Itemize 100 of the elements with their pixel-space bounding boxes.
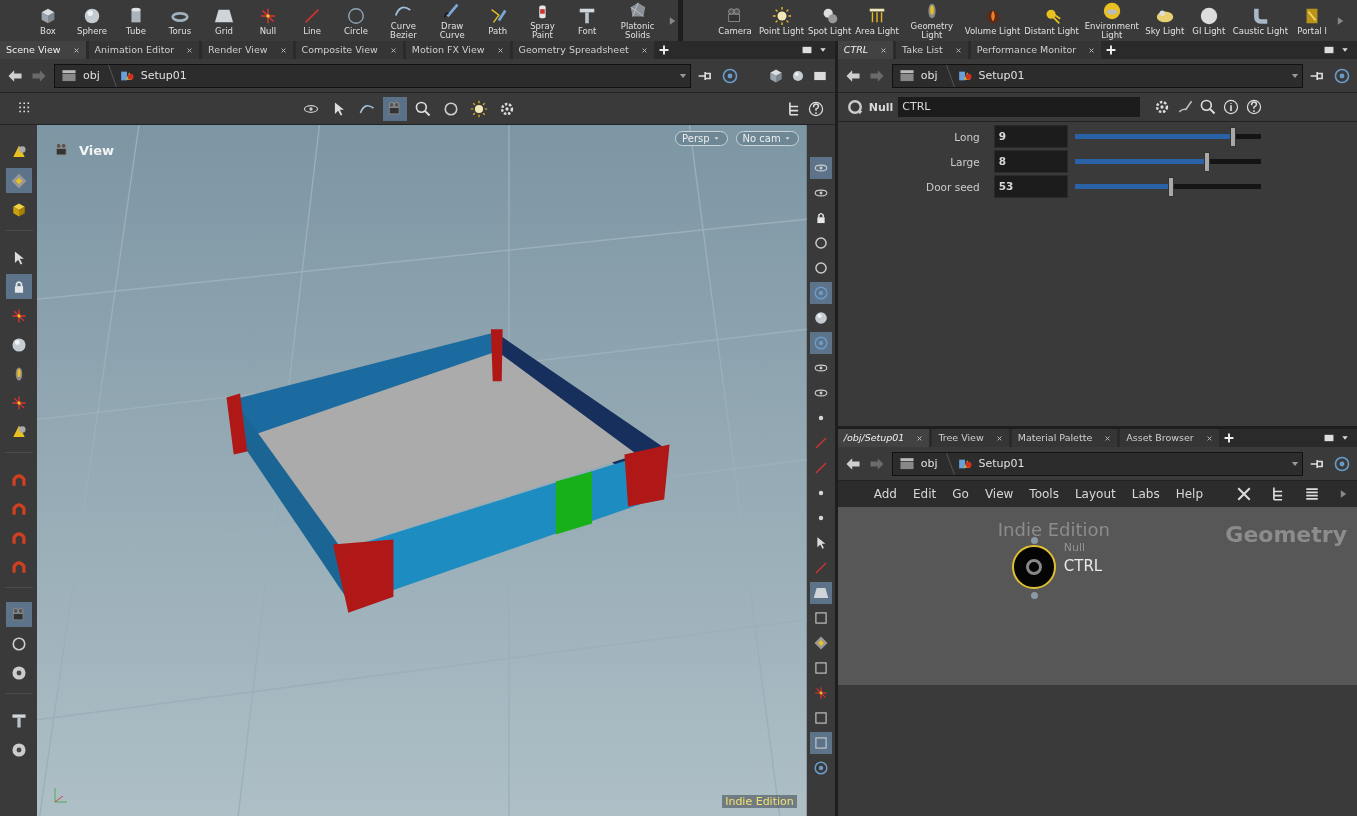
shelf-tool[interactable]: Spray Paint [519,1,566,40]
shelf-tool[interactable]: Distant Light [1022,5,1081,36]
target-icon [812,760,829,776]
pane-tab[interactable]: Take List [896,41,968,59]
viewport-title: View [79,142,115,158]
menu-item[interactable]: Layout [1074,487,1116,501]
pane-tab[interactable]: /obj/Setup01 [837,429,930,447]
slider-handle[interactable] [1168,176,1175,197]
path-segment[interactable]: Setup01 [978,457,1025,470]
path-field[interactable]: obj Setup01 [54,63,691,88]
sphere-icon [790,68,805,83]
close-icon [995,434,1003,442]
shelf-tool[interactable]: Torus [158,5,202,36]
diamond-icon [812,635,829,651]
list-icon [1303,485,1321,503]
target-icon [1333,454,1351,473]
shelf-tool[interactable]: Point Light [757,5,807,36]
pane-tab[interactable]: Performance Monitor [970,41,1102,59]
target-icon [1333,66,1351,85]
shelf-tool[interactable]: Circle [334,5,378,36]
node-name-field[interactable]: CTRL [898,97,1141,117]
shelf-tool[interactable]: Null [246,5,290,36]
shelf-tool[interactable]: Caustic Light [1230,5,1291,36]
shelf-tool[interactable]: Area Light [853,5,901,36]
path-field[interactable]: obj Setup01 [891,451,1303,476]
close-icon [640,46,648,54]
parameter-slider[interactable] [1074,151,1261,172]
pane-tab[interactable]: Asset Browser [1120,429,1219,447]
tool-button[interactable] [809,282,832,304]
close-icon [1205,434,1213,442]
menu-item[interactable]: Tools [1029,487,1059,501]
tool-button[interactable] [809,732,832,754]
menu-item[interactable]: Help [1175,487,1203,501]
input-port[interactable] [1030,537,1038,544]
tool-button[interactable] [809,582,832,604]
pane-tab[interactable]: Tree View [932,429,1009,447]
parameter-field[interactable]: 53 [993,175,1068,198]
slider-handle[interactable] [1203,151,1210,172]
shelf-tool[interactable]: GI Light [1186,5,1231,36]
pane-tab[interactable]: Composite View [295,41,403,59]
menu-item[interactable]: Add [873,487,897,501]
menu-item[interactable]: Labs [1131,487,1160,501]
shelf-tool[interactable]: Curve Bezier [378,1,429,40]
shelf-tool[interactable]: Geometry Light [900,1,963,40]
path-segment[interactable]: obj [920,69,938,82]
pane-tab[interactable]: Material Palette [1011,429,1118,447]
shelf-tool[interactable]: Path [475,5,520,36]
parameter-label: Long [953,130,981,143]
shelf-tool[interactable]: Platonic Solids [609,1,666,40]
parameter-slider[interactable] [1074,176,1261,197]
path-segment[interactable]: obj [83,69,100,82]
pane-tab[interactable]: Scene View [0,41,86,59]
tool-button[interactable] [5,274,32,299]
shelf-tool[interactable]: Camera [713,5,757,36]
shelf-tool[interactable]: Tube [114,5,158,36]
menu-item[interactable]: Go [952,487,969,501]
shelf-tool[interactable]: Portal l [1290,5,1335,36]
pane-tab[interactable]: Animation Editor [88,41,200,59]
edition-watermark: Indie Edition [722,795,797,808]
light-bulb-icon [771,5,792,26]
close-icon [1104,434,1112,442]
tool-button[interactable] [5,168,32,193]
shelf-tool[interactable]: Sky Light [1142,5,1187,36]
close-icon [389,46,397,54]
plane-icon [812,585,829,601]
square-icon [812,710,829,726]
path-segment[interactable]: Setup01 [140,69,187,82]
shelf-tool[interactable]: Environment Light [1080,1,1143,40]
pane-tab[interactable]: Geometry Spreadsheet [512,41,654,59]
parameter-field[interactable]: 8 [993,150,1068,173]
pane-tab[interactable]: Render View [202,41,293,59]
shelf-tool[interactable]: Font [565,5,610,36]
shelf-tool[interactable]: Sphere [70,5,114,36]
parameter-slider[interactable] [1074,126,1261,147]
shelf-tool[interactable]: Line [290,5,334,36]
path-segment[interactable]: Setup01 [978,69,1025,82]
node-icon [845,98,864,116]
tool-button[interactable] [809,157,832,179]
shelf-tool[interactable]: Spot Light [806,5,854,36]
clapper-icon [61,67,77,84]
shelf-tool[interactable]: Volume Light [962,5,1023,36]
close-icon [954,46,962,54]
path-field[interactable]: obj Setup01 [891,63,1303,88]
tool-button[interactable] [809,332,832,354]
line-icon [812,460,829,476]
menu-item[interactable]: View [984,487,1014,501]
output-port[interactable] [1030,592,1038,599]
null-node[interactable] [1011,545,1056,589]
pane-tab[interactable]: Motion FX View [405,41,510,59]
shelf-tool[interactable]: Box [26,5,70,36]
parameter-field[interactable]: 9 [993,125,1068,148]
menu-item[interactable]: Edit [913,487,937,501]
axes-icon [9,393,28,412]
target-icon [812,335,829,351]
shelf-tool[interactable]: Draw Curve [428,1,476,40]
pane-tab[interactable]: CTRL [837,41,894,59]
shelf-tool[interactable]: Grid [202,5,246,36]
slider-handle[interactable] [1229,126,1236,147]
square-icon [812,735,829,751]
path-segment[interactable]: obj [920,457,938,470]
